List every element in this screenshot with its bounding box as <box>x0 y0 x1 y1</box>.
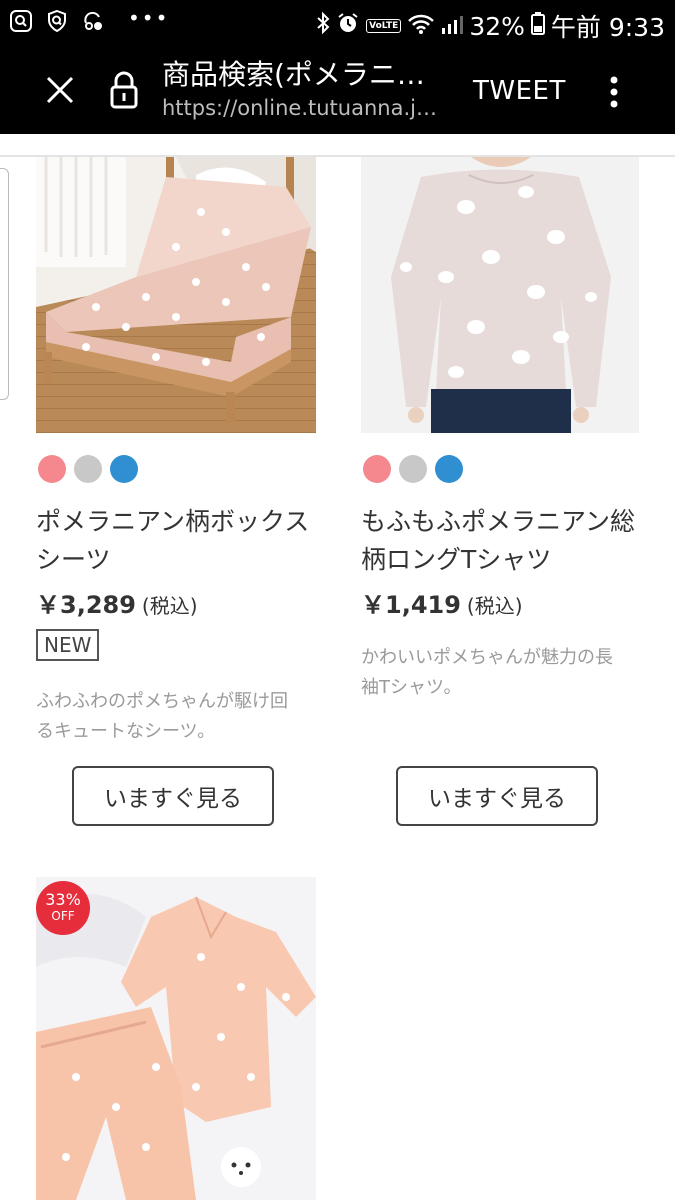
lock-icon <box>106 70 142 110</box>
product-image-box-sheet[interactable] <box>36 157 316 433</box>
battery-icon <box>530 11 545 41</box>
swatch-blue[interactable] <box>435 455 463 483</box>
product-name[interactable]: ポメラニアン柄ボックス シーツ <box>36 503 326 579</box>
page-title: 商品検索(ポメラニ… <box>162 58 425 91</box>
discount-off-label: OFF <box>51 909 75 923</box>
bluetooth-icon <box>316 11 330 41</box>
price-value: ￥3,289 <box>36 591 136 619</box>
tweet-button[interactable]: TWEET <box>473 76 566 106</box>
tax-label: (税込) <box>466 594 523 618</box>
shield-q-icon <box>44 8 70 34</box>
swatch-gray[interactable] <box>74 455 102 483</box>
product-price: ￥3,289 (税込) <box>36 585 198 620</box>
product-name-line-2: 柄ロングTシャツ <box>361 545 552 574</box>
product-price: ￥1,419 (税込) <box>361 585 523 620</box>
volte-badge: VoLTE <box>366 19 402 33</box>
swatch-pink[interactable] <box>363 455 391 483</box>
page-info[interactable]: 商品検索(ポメラニ… https://online.tutuanna.j… <box>162 58 452 122</box>
battery-percent: 32% <box>469 11 525 41</box>
more-vert-icon[interactable] <box>600 74 628 110</box>
more-dots-icon: ••• <box>128 6 170 30</box>
color-swatches <box>38 455 138 483</box>
clock: 午前 9:33 <box>550 13 665 42</box>
signal-icon <box>441 12 464 41</box>
product-name-line-2: シーツ <box>36 545 111 574</box>
privacy-q-icon <box>8 8 34 34</box>
discount-percent: 33% <box>45 890 81 909</box>
alarm-icon <box>336 11 360 41</box>
product-name-line-1: もふもふポメラニアン総 <box>361 507 636 536</box>
overflow-menu-button[interactable] <box>600 74 628 110</box>
wifi-icon <box>407 12 435 41</box>
view-now-button[interactable]: いますぐ見る <box>72 766 274 826</box>
page-url: https://online.tutuanna.j… <box>162 96 437 120</box>
view-now-button[interactable]: いますぐ見る <box>396 766 598 826</box>
product-description: かわいいポメちゃんが魅力の長 袖Tシャツ。 <box>361 643 651 703</box>
price-value: ￥1,419 <box>361 591 461 619</box>
side-drawer-handle[interactable] <box>0 168 9 400</box>
swatch-gray[interactable] <box>399 455 427 483</box>
product-description: ふわふわのポメちゃんが駆け回 るキュートなシーツ。 <box>36 687 326 747</box>
sync-icon <box>80 8 106 34</box>
new-badge: NEW <box>36 629 100 661</box>
color-swatches <box>363 455 463 483</box>
swatch-pink[interactable] <box>38 455 66 483</box>
tax-label: (税込) <box>141 594 198 618</box>
close-button[interactable] <box>38 68 82 112</box>
browser-app-bar: 商品検索(ポメラニ… https://online.tutuanna.j… TW… <box>0 46 675 134</box>
product-image-long-tshirt[interactable] <box>361 157 639 433</box>
status-bar: ••• VoLTE 32% 午前 9:33 <box>0 0 675 46</box>
description-line-2: 袖Tシャツ。 <box>361 677 462 698</box>
product-name[interactable]: もふもふポメラニアン総 柄ロングTシャツ <box>361 503 651 579</box>
description-line-1: ふわふわのポメちゃんが駆け回 <box>36 691 288 712</box>
description-line-1: かわいいポメちゃんが魅力の長 <box>361 647 613 668</box>
description-line-2: るキュートなシーツ。 <box>36 721 216 742</box>
close-icon[interactable] <box>38 68 82 112</box>
product-name-line-1: ポメラニアン柄ボックス <box>36 507 310 536</box>
discount-badge: 33% OFF <box>36 881 90 935</box>
swatch-blue[interactable] <box>110 455 138 483</box>
